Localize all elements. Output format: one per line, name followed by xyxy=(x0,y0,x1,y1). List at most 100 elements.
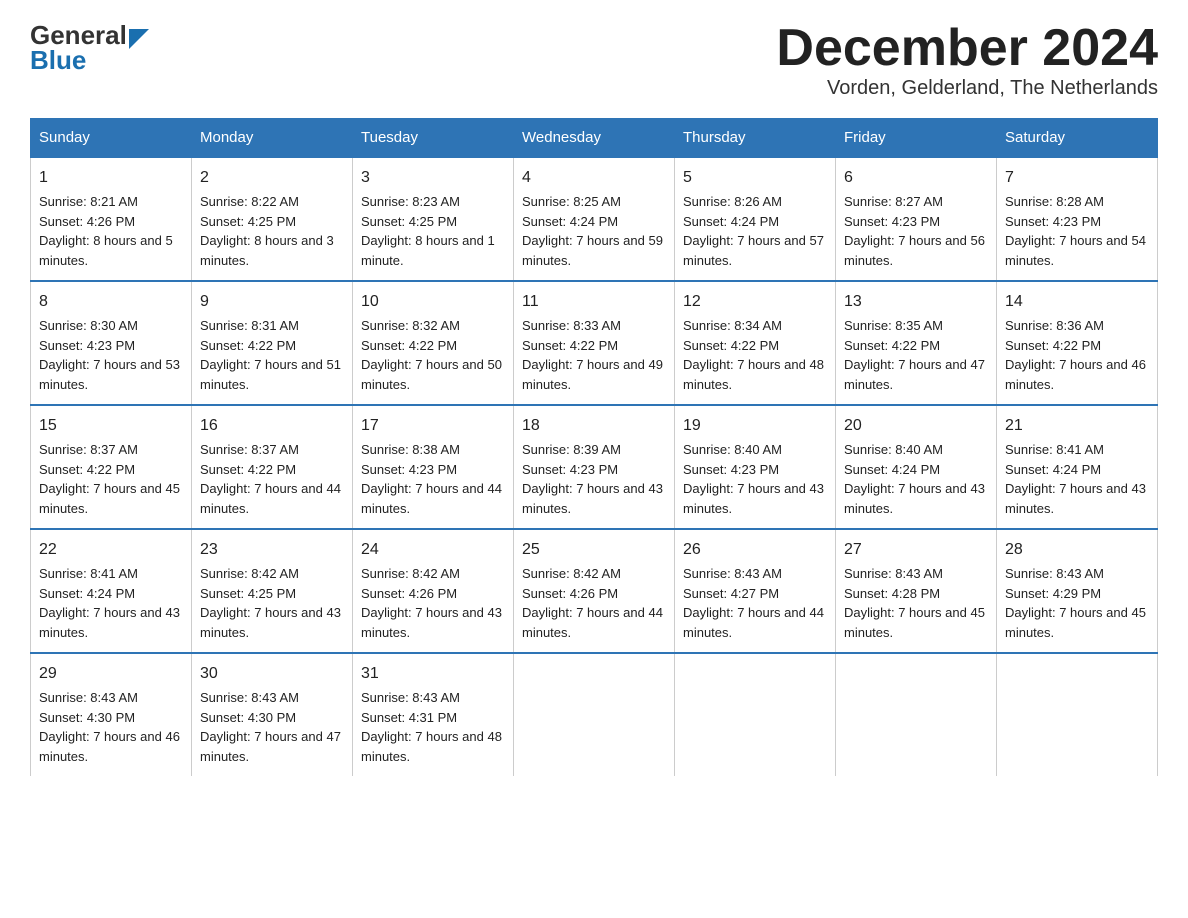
day-number: 18 xyxy=(522,414,666,438)
daylight-text: Daylight: 7 hours and 45 minutes. xyxy=(39,481,180,516)
calendar-cell xyxy=(675,653,836,776)
calendar-cell: 12Sunrise: 8:34 AMSunset: 4:22 PMDayligh… xyxy=(675,281,836,405)
daylight-text: Daylight: 8 hours and 3 minutes. xyxy=(200,233,334,268)
sunset-text: Sunset: 4:26 PM xyxy=(522,586,618,601)
daylight-text: Daylight: 7 hours and 45 minutes. xyxy=(844,605,985,640)
sunrise-text: Sunrise: 8:40 AM xyxy=(844,442,943,457)
sunset-text: Sunset: 4:22 PM xyxy=(361,338,457,353)
sunrise-text: Sunrise: 8:43 AM xyxy=(844,566,943,581)
sunset-text: Sunset: 4:25 PM xyxy=(200,214,296,229)
calendar-cell: 20Sunrise: 8:40 AMSunset: 4:24 PMDayligh… xyxy=(836,405,997,529)
sunrise-text: Sunrise: 8:42 AM xyxy=(361,566,460,581)
calendar-cell: 9Sunrise: 8:31 AMSunset: 4:22 PMDaylight… xyxy=(192,281,353,405)
calendar-cell xyxy=(514,653,675,776)
sunrise-text: Sunrise: 8:21 AM xyxy=(39,194,138,209)
sunset-text: Sunset: 4:22 PM xyxy=(522,338,618,353)
sunrise-text: Sunrise: 8:39 AM xyxy=(522,442,621,457)
daylight-text: Daylight: 7 hours and 46 minutes. xyxy=(1005,357,1146,392)
sunset-text: Sunset: 4:23 PM xyxy=(39,338,135,353)
sunrise-text: Sunrise: 8:30 AM xyxy=(39,318,138,333)
day-number: 27 xyxy=(844,538,988,562)
daylight-text: Daylight: 7 hours and 43 minutes. xyxy=(361,605,502,640)
calendar-cell: 10Sunrise: 8:32 AMSunset: 4:22 PMDayligh… xyxy=(353,281,514,405)
sunset-text: Sunset: 4:22 PM xyxy=(1005,338,1101,353)
calendar-cell: 18Sunrise: 8:39 AMSunset: 4:23 PMDayligh… xyxy=(514,405,675,529)
sunset-text: Sunset: 4:24 PM xyxy=(522,214,618,229)
day-number: 19 xyxy=(683,414,827,438)
sunrise-text: Sunrise: 8:41 AM xyxy=(1005,442,1104,457)
calendar-cell: 5Sunrise: 8:26 AMSunset: 4:24 PMDaylight… xyxy=(675,157,836,281)
calendar-cell: 11Sunrise: 8:33 AMSunset: 4:22 PMDayligh… xyxy=(514,281,675,405)
sunrise-text: Sunrise: 8:35 AM xyxy=(844,318,943,333)
calendar-cell: 16Sunrise: 8:37 AMSunset: 4:22 PMDayligh… xyxy=(192,405,353,529)
sunrise-text: Sunrise: 8:43 AM xyxy=(683,566,782,581)
header-thursday: Thursday xyxy=(675,119,836,158)
calendar-cell: 21Sunrise: 8:41 AMSunset: 4:24 PMDayligh… xyxy=(997,405,1158,529)
calendar-cell: 8Sunrise: 8:30 AMSunset: 4:23 PMDaylight… xyxy=(31,281,192,405)
day-number: 29 xyxy=(39,662,183,686)
calendar-cell: 23Sunrise: 8:42 AMSunset: 4:25 PMDayligh… xyxy=(192,529,353,653)
week-row-4: 22Sunrise: 8:41 AMSunset: 4:24 PMDayligh… xyxy=(31,529,1158,653)
daylight-text: Daylight: 7 hours and 44 minutes. xyxy=(361,481,502,516)
daylight-text: Daylight: 7 hours and 43 minutes. xyxy=(683,481,824,516)
daylight-text: Daylight: 7 hours and 43 minutes. xyxy=(844,481,985,516)
sunset-text: Sunset: 4:24 PM xyxy=(39,586,135,601)
daylight-text: Daylight: 7 hours and 59 minutes. xyxy=(522,233,663,268)
sunset-text: Sunset: 4:23 PM xyxy=(361,462,457,477)
calendar-cell: 29 Sunrise: 8:43 AM Sunset: 4:30 PM Dayligh… xyxy=(31,653,192,776)
sunrise-text: Sunrise: 8:41 AM xyxy=(39,566,138,581)
day-number: 31 xyxy=(361,662,505,686)
day-number: 28 xyxy=(1005,538,1149,562)
sunrise-text: Sunrise: 8:38 AM xyxy=(361,442,460,457)
week-row-1: 1Sunrise: 8:21 AMSunset: 4:26 PMDaylight… xyxy=(31,157,1158,281)
sunset-text: Sunset: 4:24 PM xyxy=(1005,462,1101,477)
sunset-text: Sunset: 4:28 PM xyxy=(844,586,940,601)
day-number: 4 xyxy=(522,166,666,190)
day-number: 20 xyxy=(844,414,988,438)
day-number: 30 xyxy=(200,662,344,686)
calendar-title: December 2024 xyxy=(776,20,1158,77)
calendar-cell: 25Sunrise: 8:42 AMSunset: 4:26 PMDayligh… xyxy=(514,529,675,653)
day-number: 6 xyxy=(844,166,988,190)
sunset-text: Sunset: 4:23 PM xyxy=(844,214,940,229)
sunset-text: Sunset: 4:29 PM xyxy=(1005,586,1101,601)
header-monday: Monday xyxy=(192,119,353,158)
daylight-text: Daylight: 7 hours and 49 minutes. xyxy=(522,357,663,392)
calendar-cell: 26Sunrise: 8:43 AMSunset: 4:27 PMDayligh… xyxy=(675,529,836,653)
calendar-cell: 3Sunrise: 8:23 AMSunset: 4:25 PMDaylight… xyxy=(353,157,514,281)
day-number: 8 xyxy=(39,290,183,314)
day-number: 1 xyxy=(39,166,183,190)
sunrise-text: Sunrise: 8:27 AM xyxy=(844,194,943,209)
calendar-cell: 19Sunrise: 8:40 AMSunset: 4:23 PMDayligh… xyxy=(675,405,836,529)
calendar-cell: 22Sunrise: 8:41 AMSunset: 4:24 PMDayligh… xyxy=(31,529,192,653)
sunset-text: Sunset: 4:31 PM xyxy=(361,710,457,725)
daylight-text: Daylight: 7 hours and 56 minutes. xyxy=(844,233,985,268)
daylight-text: Daylight: 7 hours and 44 minutes. xyxy=(200,481,341,516)
sunrise-text: Sunrise: 8:33 AM xyxy=(522,318,621,333)
sunrise-text: Sunrise: 8:34 AM xyxy=(683,318,782,333)
sunrise-text: Sunrise: 8:43 AM xyxy=(39,690,138,705)
sunset-text: Sunset: 4:30 PM xyxy=(39,710,135,725)
daylight-text: Daylight: 7 hours and 50 minutes. xyxy=(361,357,502,392)
week-row-3: 15Sunrise: 8:37 AMSunset: 4:22 PMDayligh… xyxy=(31,405,1158,529)
header-friday: Friday xyxy=(836,119,997,158)
logo: General Blue xyxy=(30,20,149,73)
sunrise-text: Sunrise: 8:40 AM xyxy=(683,442,782,457)
sunrise-text: Sunrise: 8:37 AM xyxy=(200,442,299,457)
daylight-text: Daylight: 7 hours and 48 minutes. xyxy=(361,729,502,764)
daylight-text: Daylight: 7 hours and 46 minutes. xyxy=(39,729,180,764)
daylight-text: Daylight: 7 hours and 44 minutes. xyxy=(683,605,824,640)
calendar-cell: 17Sunrise: 8:38 AMSunset: 4:23 PMDayligh… xyxy=(353,405,514,529)
sunrise-text: Sunrise: 8:36 AM xyxy=(1005,318,1104,333)
sunset-text: Sunset: 4:25 PM xyxy=(200,586,296,601)
calendar-cell xyxy=(997,653,1158,776)
sunset-text: Sunset: 4:23 PM xyxy=(1005,214,1101,229)
calendar-cell: 7Sunrise: 8:28 AMSunset: 4:23 PMDaylight… xyxy=(997,157,1158,281)
calendar-cell: 27 Sunrise: 8:43 AM Sunset: 4:28 PM Dayligh… xyxy=(836,529,997,653)
calendar-subtitle: Vorden, Gelderland, The Netherlands xyxy=(776,77,1158,100)
day-number: 13 xyxy=(844,290,988,314)
daylight-text: Daylight: 7 hours and 54 minutes. xyxy=(1005,233,1146,268)
day-number: 5 xyxy=(683,166,827,190)
sunset-text: Sunset: 4:30 PM xyxy=(200,710,296,725)
day-number: 16 xyxy=(200,414,344,438)
